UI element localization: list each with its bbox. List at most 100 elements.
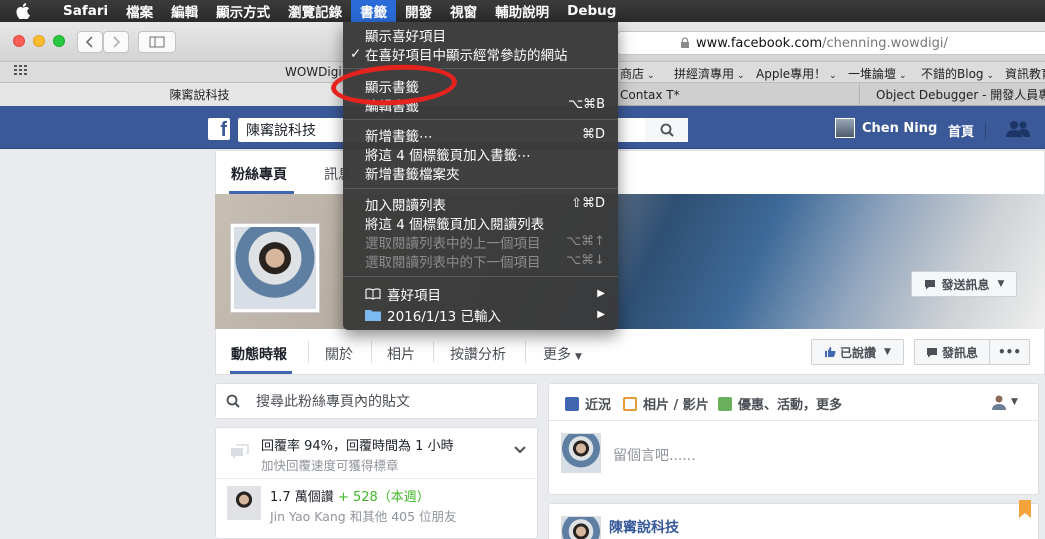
chevron-down-icon: ⌄ — [737, 71, 745, 81]
menu-separator — [343, 119, 618, 120]
liked-button[interactable]: 已說讚 ▼ — [811, 339, 904, 365]
bookmark-folder[interactable]: 資訊教育 — [1005, 65, 1045, 82]
menu-item-add-tabs-reading-list[interactable]: 將這 4 個標籤頁加入閱讀列表 — [343, 213, 618, 233]
submenu-arrow-icon: ▶ — [597, 309, 605, 320]
bookmark-item[interactable]: WOWDigi — [285, 65, 342, 79]
avatar — [561, 516, 601, 539]
menu-help[interactable]: 輔助說明 — [486, 0, 558, 22]
divider — [525, 341, 526, 363]
avatar — [227, 486, 261, 520]
divider — [433, 341, 434, 363]
tab-insights[interactable]: 按讚分析 — [450, 344, 506, 364]
home-link[interactable]: 首頁 — [948, 121, 974, 140]
menu-item-show-frequent-sites[interactable]: ✓ 在喜好項目中顯示經常參訪的網站 — [343, 44, 618, 64]
composer-input[interactable]: 留個言吧...... — [613, 445, 696, 465]
url-path: /chenning.wowdigi/ — [822, 35, 948, 51]
close-window-button[interactable] — [13, 35, 25, 47]
user-icon — [992, 395, 1006, 410]
menu-item-prev-reading-item: 選取閱讀列表中的上一個項目 ⌥⌘↑ — [365, 234, 605, 252]
menu-view[interactable]: 顯示方式 — [207, 0, 279, 22]
search-icon — [660, 123, 674, 137]
search-posts-input[interactable]: 搜尋此粉絲專頁內的貼文 — [215, 383, 538, 419]
address-bar[interactable]: www.facebook.com/chenning.wowdigi/ — [617, 31, 1045, 55]
chevron-left-icon — [85, 36, 93, 48]
send-message-button[interactable]: 發送訊息 ▼ — [911, 271, 1017, 297]
folder-icon — [365, 309, 381, 321]
facebook-search-button[interactable] — [645, 118, 688, 142]
facebook-logo-icon[interactable]: f — [208, 118, 230, 140]
profile-picture[interactable] — [230, 223, 320, 313]
message-button[interactable]: 發訊息 — [914, 339, 990, 365]
tab-fan-page[interactable]: 粉絲專頁 — [231, 164, 287, 184]
menu-debug[interactable]: Debug — [558, 0, 625, 22]
zoom-window-button[interactable] — [53, 35, 65, 47]
menu-safari[interactable]: Safari — [54, 0, 117, 22]
submenu-arrow-icon: ▶ — [597, 288, 605, 299]
menu-bar: Safari 檔案 編輯 顯示方式 瀏覽記錄 書籤 開發 視窗 輔助說明 Deb… — [0, 0, 1045, 22]
chevron-down-icon: ⌄ — [986, 71, 995, 81]
chevron-down-icon: ▼ — [997, 279, 1005, 289]
menu-develop[interactable]: 開發 — [396, 0, 441, 22]
menu-item-imported-folder[interactable]: 2016/1/13 已輸入 ▶ — [343, 305, 618, 325]
post-as-selector[interactable]: ▼ — [991, 394, 1018, 410]
divider — [985, 122, 986, 140]
menu-history[interactable]: 瀏覽記錄 — [279, 0, 351, 22]
avatar — [835, 118, 855, 138]
chevron-down-icon[interactable] — [514, 446, 526, 455]
menu-edit[interactable]: 編輯 — [162, 0, 207, 22]
menu-bookmarks[interactable]: 書籤 — [351, 0, 397, 22]
likes-friends: Jin Yao Kang 和其他 405 位朋友 — [270, 509, 457, 524]
tab-object-debugger[interactable]: Object Debugger - 開發人員專用 — [860, 83, 1045, 106]
page-top-nav: 粉絲專頁 訊息 — [215, 150, 1045, 194]
book-icon — [365, 287, 381, 300]
divider — [549, 420, 1038, 421]
top-sites-grid-icon[interactable] — [14, 64, 30, 79]
speech-bubble-icon — [924, 279, 935, 289]
bookmark-folder[interactable]: Apple專用！ ⌄ — [756, 65, 837, 82]
menu-item-add-reading-list[interactable]: 加入閱讀列表 ⇧⌘D — [343, 194, 618, 214]
menu-item-bookmark-all-tabs[interactable]: 將這 4 個標籤頁加入書籤⋯ — [343, 144, 618, 164]
menu-item-add-bookmark[interactable]: 新增書籤⋯ ⌘D — [343, 125, 618, 145]
forward-button[interactable] — [103, 31, 129, 53]
tab-timeline[interactable]: 動態時報 — [231, 344, 287, 364]
caret-down-icon: ▼ — [884, 347, 891, 357]
response-rate: 回覆率 94%，回覆時間為 1 小時 — [261, 439, 454, 454]
chevron-right-icon — [113, 36, 121, 48]
menu-item-show-favorites[interactable]: 顯示喜好項目 — [343, 25, 618, 45]
menu-item-next-reading-item: 選取閱讀列表中的下一個項目 ⌥⌘↓ — [365, 253, 605, 271]
composer-tab-offer[interactable]: 優惠、活動，更多 — [718, 394, 842, 413]
checkmark-icon: ✓ — [350, 45, 362, 62]
menu-item-new-folder[interactable]: 新增書籤檔案夾 — [343, 163, 618, 183]
active-tab-indicator — [230, 371, 292, 374]
menu-file[interactable]: 檔案 — [117, 0, 162, 22]
sidebar-toggle-button[interactable] — [138, 31, 176, 53]
speech-bubble-icon — [926, 347, 937, 357]
composer-tab-status[interactable]: 近況 — [565, 394, 611, 413]
likes-count: 1.7 萬個讚 + 528（本週） — [270, 490, 430, 505]
bookmark-folder[interactable]: 一堆論壇 ⌄ — [848, 65, 907, 82]
post-composer: 近況 相片 / 影片 優惠、活動，更多 ▼ 留個言吧...... — [548, 383, 1039, 495]
divider — [308, 341, 309, 363]
minimize-window-button[interactable] — [33, 35, 45, 47]
bookmark-folder[interactable]: 商店 ⌄ — [620, 65, 655, 82]
menu-item-favorites-submenu[interactable]: 喜好項目 ▶ — [343, 284, 618, 304]
composer-tab-photo[interactable]: 相片 / 影片 — [623, 394, 709, 413]
chevron-down-icon: ⌄ — [899, 71, 907, 81]
bookmark-folder[interactable]: 不錯的Blog ⌄ — [921, 65, 994, 82]
post-author-link[interactable]: 陳寗說科技 — [609, 517, 679, 537]
menu-window[interactable]: 視窗 — [441, 0, 486, 22]
more-options-button[interactable]: ••• — [989, 339, 1030, 365]
response-hint: 加快回覆速度可獲得標章 — [261, 458, 399, 473]
caret-down-icon: ▼ — [575, 352, 582, 362]
tab-photos[interactable]: 相片 — [387, 344, 415, 364]
bookmark-ribbon-icon — [1019, 500, 1031, 518]
cover-photo[interactable] — [215, 194, 1045, 329]
bookmark-folder[interactable]: 拼經濟專用 ⌄ — [674, 65, 745, 82]
friend-requests-icon[interactable] — [1005, 120, 1031, 142]
back-button[interactable] — [77, 31, 103, 53]
tab-more[interactable]: 更多 ▼ — [543, 344, 582, 364]
profile-link[interactable]: Chen Ning — [835, 118, 937, 138]
apple-menu-icon[interactable] — [16, 3, 40, 19]
tab-about[interactable]: 關於 — [325, 344, 353, 364]
menu-separator — [343, 276, 618, 277]
